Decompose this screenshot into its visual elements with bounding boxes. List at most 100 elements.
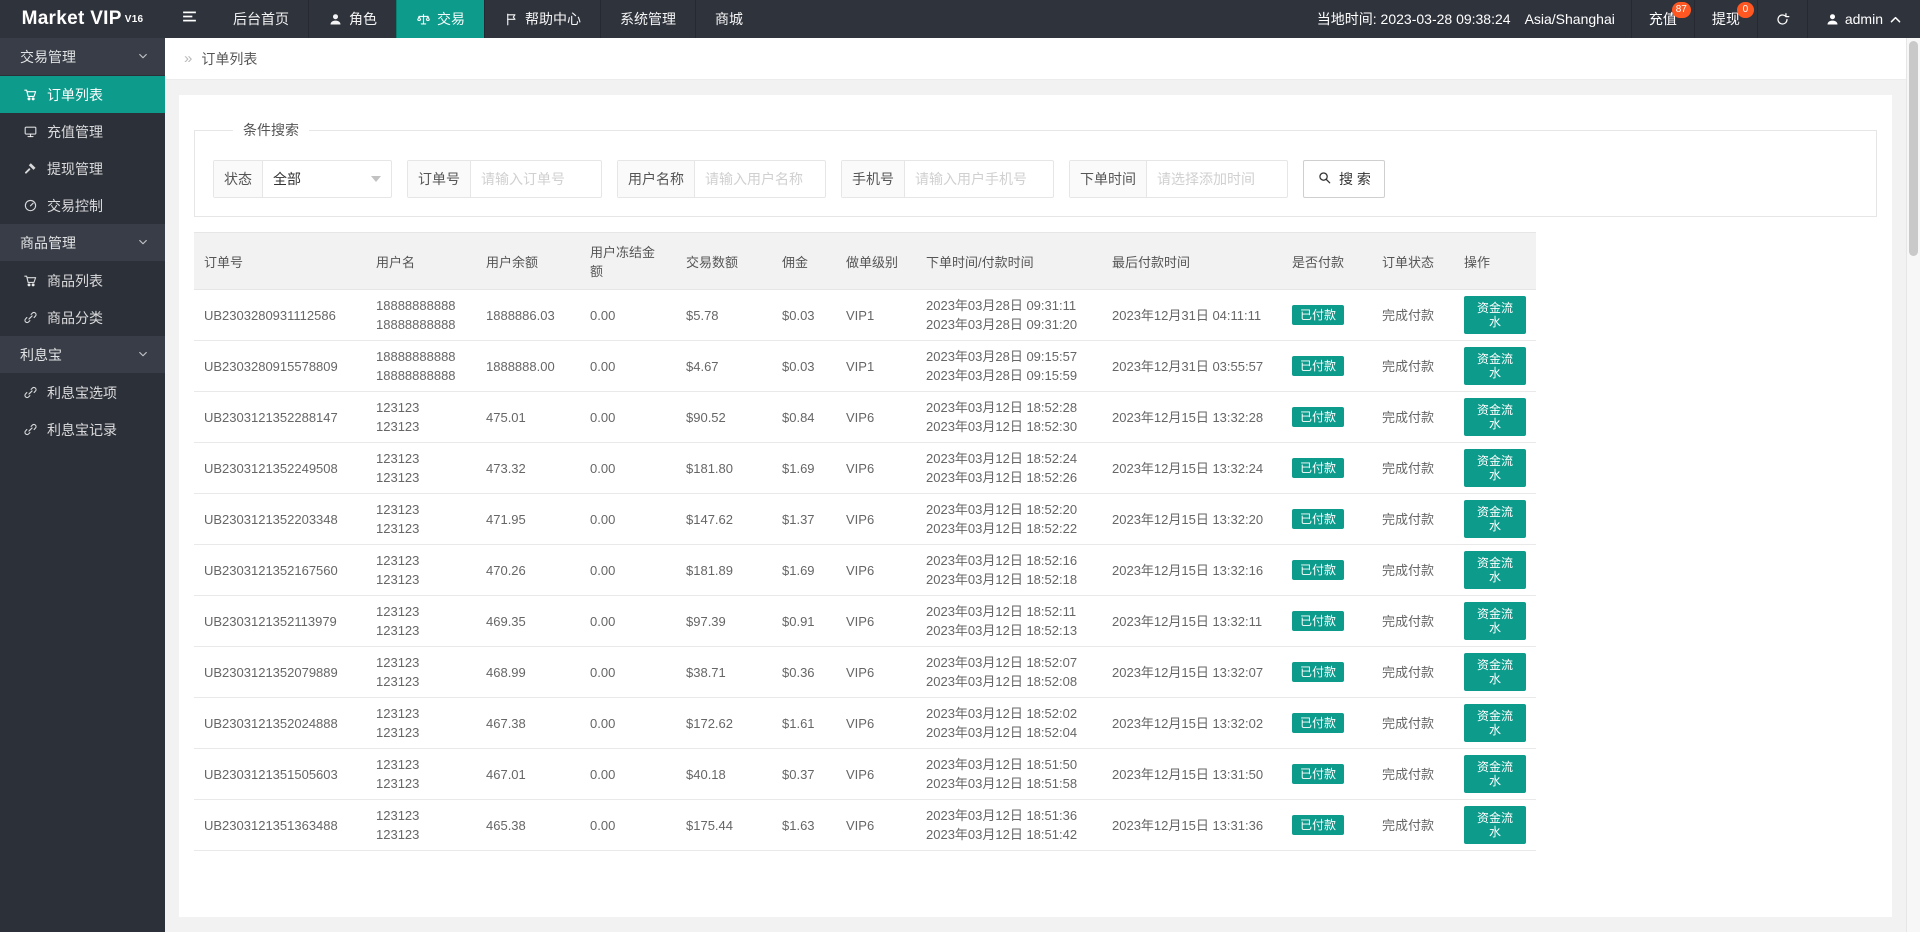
cell-pay-status: 已付款 [1282,442,1372,494]
cell-last-pay-time: 2023年12月15日 13:32:11 [1102,595,1282,647]
cell-username: 123123 123123 [366,799,476,851]
cell-order-times: 2023年03月12日 18:52:02 2023年03月12日 18:52:04 [916,697,1102,749]
cell-level: VIP6 [836,799,916,851]
sidebar-item-withdraw-management[interactable]: 提现管理 [0,150,165,187]
fund-flow-button[interactable]: 资金流水 [1464,704,1526,742]
sidebar-item-product-category[interactable]: 商品分类 [0,299,165,336]
cart-icon [23,273,38,288]
cell-pay-status: 已付款 [1282,799,1372,851]
nav-item-mall[interactable]: 商城 [695,0,762,38]
cell-balance: 469.35 [476,595,580,647]
cell-balance: 1888888.00 [476,340,580,392]
withdraw-badge: 0 [1736,2,1754,18]
board-icon [23,124,38,139]
sidebar-item-order-list[interactable]: 订单列表 [0,76,165,113]
cell-frozen: 0.00 [580,391,676,443]
fund-flow-button[interactable]: 资金流水 [1464,602,1526,640]
chevron-down-icon [137,235,149,251]
cell-level: VIP6 [836,697,916,749]
status-filter: 状态 全部 [213,160,392,198]
fund-flow-button[interactable]: 资金流水 [1464,398,1526,436]
nav-item-role[interactable]: 角色 [308,0,396,38]
fund-flow-button[interactable]: 资金流水 [1464,500,1526,538]
column-header: 下单时间/付款时间 [916,232,1102,290]
status-selected-value: 全部 [273,171,301,187]
username-input[interactable] [695,161,825,197]
column-header: 是否付款 [1282,232,1372,290]
order-time-input[interactable] [1147,161,1287,197]
fund-flow-button[interactable]: 资金流水 [1464,347,1526,385]
cell-frozen: 0.00 [580,289,676,341]
sidebar-group-trade-management[interactable]: 交易管理 [0,38,165,76]
cell-pay-status: 已付款 [1282,544,1372,596]
cell-actions: 资金流水 [1454,544,1536,596]
column-header: 用户余额 [476,232,580,290]
fund-flow-button[interactable]: 资金流水 [1464,653,1526,691]
cell-commission: $1.69 [772,442,836,494]
fund-flow-button[interactable]: 资金流水 [1464,296,1526,334]
cell-level: VIP1 [836,289,916,341]
cell-order-no: UB2303280915578809 [194,340,366,392]
username-filter: 用户名称 [617,160,826,198]
fund-flow-button[interactable]: 资金流水 [1464,806,1526,844]
cell-last-pay-time: 2023年12月15日 13:32:28 [1102,391,1282,443]
sidebar-item-recharge-management[interactable]: 充值管理 [0,113,165,150]
paid-badge: 已付款 [1292,611,1345,631]
user-menu[interactable]: admin [1806,0,1920,38]
fund-flow-button[interactable]: 资金流水 [1464,551,1526,589]
cell-actions: 资金流水 [1454,442,1536,494]
order-time-filter: 下单时间 [1069,160,1288,198]
cell-actions: 资金流水 [1454,595,1536,647]
cell-amount: $4.67 [676,340,772,392]
username-text: admin [1844,11,1883,27]
table-row: UB2303121352113979 123123 123123 469.35 0… [194,595,1536,647]
cell-order-no: UB2303121352203348 [194,493,366,545]
sidebar-item-interest-records[interactable]: 利息宝记录 [0,411,165,448]
fund-flow-button[interactable]: 资金流水 [1464,449,1526,487]
sidebar-item-trade-control[interactable]: 交易控制 [0,187,165,224]
cell-balance: 473.32 [476,442,580,494]
cell-username: 123123 123123 [366,391,476,443]
cell-balance: 471.95 [476,493,580,545]
cell-order-status: 完成付款 [1372,646,1454,698]
cell-order-times: 2023年03月12日 18:52:16 2023年03月12日 18:52:18 [916,544,1102,596]
refresh-button[interactable] [1756,0,1807,38]
order-no-input[interactable] [471,161,601,197]
caret-down-icon [371,176,381,182]
sidebar-group-interest-treasure[interactable]: 利息宝 [0,336,165,374]
withdraw-button[interactable]: 提现 0 [1693,0,1757,38]
column-header: 交易数额 [676,232,772,290]
recharge-button[interactable]: 充值 87 [1630,0,1694,38]
nav-item-system[interactable]: 系统管理 [600,0,695,38]
fund-flow-button[interactable]: 资金流水 [1464,755,1526,793]
logo-text: Market VIP [21,8,122,29]
sidebar-item-product-list[interactable]: 商品列表 [0,262,165,299]
refresh-icon [1775,12,1790,27]
scrollbar-thumb[interactable] [1909,41,1918,256]
vertical-scrollbar[interactable] [1906,38,1920,932]
status-select[interactable]: 全部 [263,161,391,197]
cell-balance: 467.01 [476,748,580,800]
nav-item-home[interactable]: 后台首页 [214,0,308,38]
menu-toggle-button[interactable] [165,0,214,38]
cell-order-times: 2023年03月12日 18:52:24 2023年03月12日 18:52:26 [916,442,1102,494]
phone-input[interactable] [905,161,1053,197]
column-header: 用户名 [366,232,476,290]
nav-item-trade[interactable]: 交易 [396,0,484,38]
cell-balance: 470.26 [476,544,580,596]
cell-amount: $40.18 [676,748,772,800]
nav-item-help-center[interactable]: 帮助中心 [484,0,600,38]
sidebar: 交易管理 订单列表 充值管理 提现管理 交易控制 商品管理 商品列表 商品分类 … [0,38,165,932]
search-button[interactable]: 搜 索 [1303,160,1385,198]
cell-amount: $97.39 [676,595,772,647]
cell-commission: $1.63 [772,799,836,851]
cell-balance: 465.38 [476,799,580,851]
cell-actions: 资金流水 [1454,391,1536,443]
column-header: 用户冻结金额 [580,232,676,290]
cell-username: 123123 123123 [366,595,476,647]
cell-username: 18888888888 18888888888 [366,340,476,392]
sidebar-item-interest-options[interactable]: 利息宝选项 [0,374,165,411]
cell-order-no: UB2303121352024888 [194,697,366,749]
cell-username: 123123 123123 [366,493,476,545]
sidebar-group-product-management[interactable]: 商品管理 [0,224,165,262]
